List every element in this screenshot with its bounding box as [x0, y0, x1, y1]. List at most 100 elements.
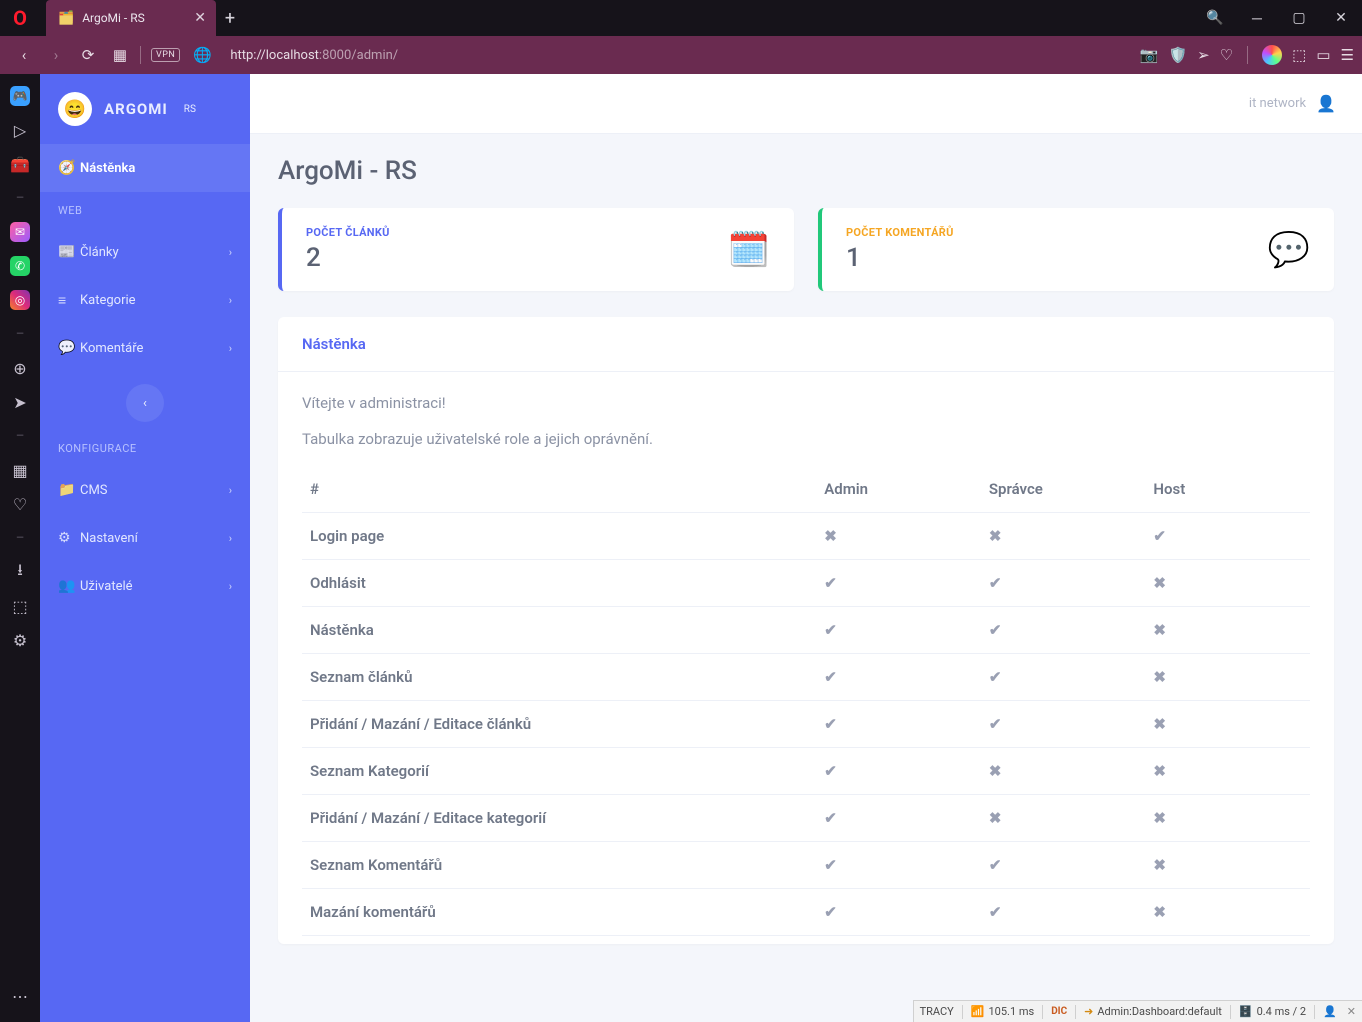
check-icon: ✔	[824, 715, 837, 733]
search-icon[interactable]: 🔍	[1194, 0, 1236, 36]
heart-icon[interactable]: ♡	[1220, 46, 1233, 64]
table-header-cell: Správce	[981, 466, 1146, 513]
sidebar-item-comments[interactable]: 💬 Komentáře ›	[40, 324, 250, 372]
rail-more-icon[interactable]: ⋯	[0, 980, 40, 1012]
perm-spravce: ✖	[981, 748, 1146, 795]
perm-host: ✖	[1145, 607, 1310, 654]
tracy-dic[interactable]: DIC	[1051, 1006, 1067, 1017]
table-row: Odhlásit✔✔✖	[302, 560, 1310, 607]
bars-icon: 📶	[971, 1005, 985, 1018]
rail-send-icon[interactable]: ➤	[0, 386, 40, 418]
rail-download-icon[interactable]: ⭳	[0, 556, 40, 588]
x-icon: ✖	[989, 527, 1002, 545]
tracy-user[interactable]: 👤	[1323, 1005, 1337, 1018]
card-value: 2	[306, 243, 390, 273]
browser-chrome: O 🗂️ ArgoMi - RS ✕ + 🔍 ─ ▢ ✕ ‹ › ⟳ ▦ VPN…	[0, 0, 1362, 74]
snapshot-icon[interactable]: 📷	[1140, 46, 1159, 64]
battery-icon[interactable]: ▭	[1316, 46, 1330, 64]
tab-close-icon[interactable]: ✕	[194, 10, 206, 26]
rail-player-icon[interactable]: ⊕	[0, 352, 40, 384]
tab-title: ArgoMi - RS	[82, 11, 145, 25]
rail-briefcase-icon[interactable]: 🧰	[0, 148, 40, 180]
perm-name: Mazání komentářů	[302, 889, 816, 936]
tracy-logo[interactable]: TRACY	[920, 1005, 954, 1018]
sidebar-item-users[interactable]: 👥 Uživatelé ›	[40, 562, 250, 610]
rail-instagram-icon[interactable]: ◎	[0, 284, 40, 316]
perm-spravce: ✔	[981, 842, 1146, 889]
tracy-debug-bar[interactable]: TRACY 📶105.1 ms DIC ➜Admin:Dashboard:def…	[913, 1000, 1362, 1022]
check-icon: ✔	[824, 574, 837, 592]
browser-toolbar: ‹ › ⟳ ▦ VPN 🌐 http://localhost:8000/admi…	[0, 36, 1362, 74]
new-tab-button[interactable]: +	[216, 8, 244, 29]
rail-separator: —	[0, 420, 40, 452]
chevron-right-icon: ›	[229, 532, 232, 545]
shield-icon[interactable]: 🛡️	[1168, 46, 1187, 64]
globe-icon[interactable]: 🌐	[186, 46, 218, 64]
nav-forward-button[interactable]: ›	[40, 46, 72, 64]
address-bar[interactable]: http://localhost:8000/admin/	[230, 48, 398, 63]
tracy-close-icon[interactable]: ✕	[1347, 1005, 1356, 1018]
card-label: POČET KOMENTÁŘŮ	[846, 226, 954, 239]
window-close-button[interactable]: ✕	[1320, 0, 1362, 36]
sidebar-item-settings[interactable]: ⚙ Nastavení ›	[40, 514, 250, 562]
window-maximize-button[interactable]: ▢	[1278, 0, 1320, 36]
vpn-badge[interactable]: VPN	[151, 48, 180, 62]
easy-setup-icon[interactable]: ☰	[1341, 46, 1354, 64]
check-icon: ✔	[989, 574, 1002, 592]
cube-icon[interactable]: ⬚	[1292, 46, 1306, 64]
x-icon: ✖	[1153, 809, 1166, 827]
content: ArgoMi - RS POČET ČLÁNKŮ 2 🗓️ POČET KOME…	[250, 134, 1362, 1022]
profile-avatar-icon[interactable]	[1262, 45, 1282, 65]
rail-cube-icon[interactable]: ⬚	[0, 590, 40, 622]
topbar-user-label[interactable]: it network	[1249, 96, 1306, 111]
check-icon: ✔	[989, 621, 1002, 639]
rail-play-icon[interactable]: ▷	[0, 114, 40, 146]
check-icon: ✔	[989, 668, 1002, 686]
sidebar-item-articles[interactable]: 📰 Články ›	[40, 228, 250, 276]
newspaper-icon: 📰	[58, 244, 80, 260]
table-row: Seznam článků✔✔✖	[302, 654, 1310, 701]
check-icon: ✔	[824, 809, 837, 827]
chevron-right-icon: ›	[229, 342, 232, 355]
topbar: it network 👤	[250, 74, 1362, 134]
nav-back-button[interactable]: ‹	[8, 46, 40, 64]
check-icon: ✔	[824, 903, 837, 921]
table-body: Login page✖✖✔Odhlásit✔✔✖Nástěnka✔✔✖Sezna…	[302, 513, 1310, 936]
speed-dial-icon[interactable]: ▦	[104, 46, 136, 64]
rail-heart-icon[interactable]: ♡	[0, 488, 40, 520]
brand[interactable]: 😄 ARGOMI RS	[40, 74, 250, 144]
chevron-right-icon: ›	[229, 580, 232, 593]
toolbar-right: 📷 🛡️ ➢ ♡ ⬚ ▭ ☰	[1140, 45, 1354, 65]
rail-grid-icon[interactable]: ▦	[0, 454, 40, 486]
opera-logo-icon[interactable]: O	[0, 6, 40, 30]
tracy-time[interactable]: 📶105.1 ms	[971, 1005, 1034, 1018]
perm-name: Přidání / Mazání / Editace kategorií	[302, 795, 816, 842]
sidebar-item-label: Nástěnka	[80, 161, 135, 176]
send-icon[interactable]: ➢	[1197, 46, 1210, 64]
rail-gear-icon[interactable]: ⚙	[0, 624, 40, 656]
perm-host: ✖	[1145, 795, 1310, 842]
sidebar-item-dashboard[interactable]: 🧭 Nástěnka	[40, 144, 250, 192]
check-icon: ✔	[989, 715, 1002, 733]
browser-tab-active[interactable]: 🗂️ ArgoMi - RS ✕	[46, 0, 216, 36]
window-minimize-button[interactable]: ─	[1236, 0, 1278, 36]
table-row: Mazání komentářů✔✔✖	[302, 889, 1310, 936]
tracy-db[interactable]: 🗄️0.4 ms / 2	[1239, 1005, 1306, 1018]
card-article-count: POČET ČLÁNKŮ 2 🗓️	[278, 208, 794, 291]
app-main: it network 👤 ArgoMi - RS POČET ČLÁNKŮ 2 …	[250, 74, 1362, 1022]
perm-name: Přidání / Mazání / Editace článků	[302, 701, 816, 748]
user-icon[interactable]: 👤	[1316, 94, 1336, 113]
sidebar-item-categories[interactable]: ≡ Kategorie ›	[40, 276, 250, 324]
tracy-route[interactable]: ➜Admin:Dashboard:default	[1084, 1005, 1222, 1018]
x-icon: ✖	[989, 762, 1002, 780]
nav-reload-button[interactable]: ⟳	[72, 46, 104, 64]
sidebar-collapse-button[interactable]: ‹	[126, 384, 164, 422]
chevron-right-icon: ›	[229, 294, 232, 307]
sidebar-item-cms[interactable]: 📁 CMS ›	[40, 466, 250, 514]
rail-messenger-icon[interactable]: ✉	[0, 216, 40, 248]
route-icon: ➜	[1084, 1005, 1093, 1018]
rail-whatsapp-icon[interactable]: ✆	[0, 250, 40, 282]
perm-admin: ✖	[816, 513, 981, 560]
perm-admin: ✔	[816, 842, 981, 889]
rail-gamepad-icon[interactable]: 🎮	[0, 80, 40, 112]
